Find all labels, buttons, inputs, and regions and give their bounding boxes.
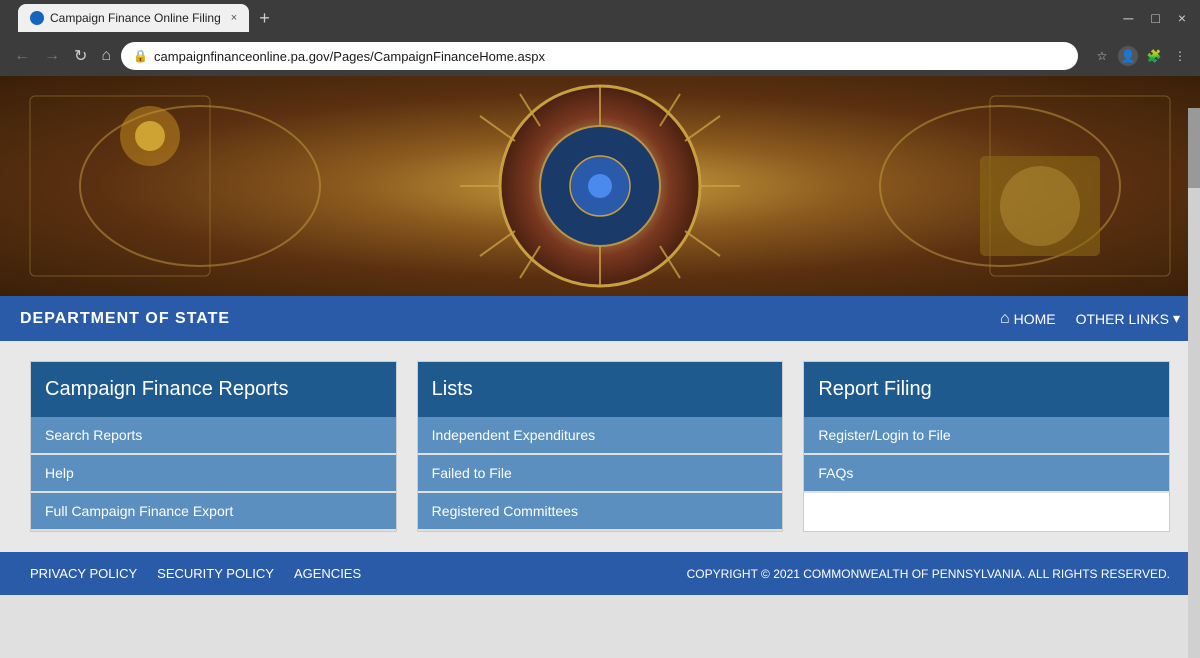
- address-bar-row: ← → ↻ ⌂ 🔒 campaignfinanceonline.pa.gov/P…: [0, 36, 1200, 76]
- extension-icon[interactable]: 🧩: [1144, 46, 1164, 66]
- menu-icon[interactable]: ⋮: [1170, 46, 1190, 66]
- cards-area: Campaign Finance Reports Search Reports …: [0, 341, 1200, 552]
- chevron-down-icon: ▾: [1173, 310, 1180, 327]
- tab-favicon: [30, 11, 44, 25]
- lock-icon: 🔒: [133, 49, 148, 63]
- lists-header: Lists: [418, 362, 783, 417]
- home-nav-link[interactable]: HOME: [1000, 310, 1056, 328]
- copyright-text: COPYRIGHT © 2021 COMMONWEALTH OF PENNSYL…: [687, 567, 1170, 581]
- hero-image: [0, 76, 1200, 296]
- refresh-button[interactable]: ↻: [70, 44, 91, 68]
- tab-title: Campaign Finance Online Filing: [50, 11, 221, 25]
- campaign-finance-reports-header: Campaign Finance Reports: [31, 362, 396, 417]
- maximize-button[interactable]: □: [1147, 10, 1163, 26]
- report-filing-card: Report Filing Register/Login to File FAQ…: [803, 361, 1170, 532]
- address-bar[interactable]: 🔒 campaignfinanceonline.pa.gov/Pages/Cam…: [121, 42, 1078, 70]
- lists-card: Lists Independent Expenditures Failed to…: [417, 361, 784, 532]
- profile-icon[interactable]: 👤: [1118, 46, 1138, 66]
- report-filing-items: Register/Login to File FAQs: [804, 417, 1169, 493]
- full-export-link[interactable]: Full Campaign Finance Export: [31, 493, 396, 531]
- other-links-label: OTHER LINKS: [1076, 311, 1169, 327]
- minimize-button[interactable]: ─: [1119, 10, 1137, 26]
- home-button[interactable]: ⌂: [97, 45, 115, 67]
- dept-title: DEPARTMENT OF STATE: [20, 310, 230, 328]
- nav-bar: DEPARTMENT OF STATE HOME OTHER LINKS ▾: [0, 296, 1200, 341]
- search-reports-link[interactable]: Search Reports: [31, 417, 396, 455]
- independent-expenditures-link[interactable]: Independent Expenditures: [418, 417, 783, 455]
- back-button[interactable]: ←: [10, 45, 34, 67]
- window-controls: ─ □ ×: [1119, 10, 1190, 26]
- new-tab-button[interactable]: +: [253, 8, 276, 29]
- agencies-link[interactable]: AGENCIES: [294, 566, 361, 581]
- report-filing-header: Report Filing: [804, 362, 1169, 417]
- lists-items: Independent Expenditures Failed to File …: [418, 417, 783, 531]
- security-policy-link[interactable]: SECURITY POLICY: [157, 566, 274, 581]
- registered-committees-link[interactable]: Registered Committees: [418, 493, 783, 531]
- forward-button[interactable]: →: [40, 45, 64, 67]
- browser-chrome: Campaign Finance Online Filing × + ─ □ ×…: [0, 0, 1200, 76]
- nav-links: HOME OTHER LINKS ▾: [1000, 310, 1180, 328]
- page-content: DEPARTMENT OF STATE HOME OTHER LINKS ▾ C…: [0, 76, 1200, 595]
- url-text: campaignfinanceonline.pa.gov/Pages/Campa…: [154, 49, 545, 64]
- help-link[interactable]: Help: [31, 455, 396, 493]
- close-window-button[interactable]: ×: [1174, 10, 1190, 26]
- scrollbar-thumb[interactable]: [1188, 108, 1200, 188]
- failed-to-file-link[interactable]: Failed to File: [418, 455, 783, 493]
- active-tab[interactable]: Campaign Finance Online Filing ×: [18, 4, 249, 32]
- register-login-link[interactable]: Register/Login to File: [804, 417, 1169, 455]
- footer: PRIVACY POLICY SECURITY POLICY AGENCIES …: [0, 552, 1200, 595]
- other-links-dropdown[interactable]: OTHER LINKS ▾: [1076, 310, 1180, 327]
- footer-links: PRIVACY POLICY SECURITY POLICY AGENCIES: [30, 566, 361, 581]
- bookmark-icon[interactable]: ☆: [1092, 46, 1112, 66]
- campaign-finance-reports-items: Search Reports Help Full Campaign Financ…: [31, 417, 396, 531]
- tab-close-button[interactable]: ×: [231, 12, 237, 24]
- title-bar: Campaign Finance Online Filing × + ─ □ ×: [0, 0, 1200, 36]
- scrollbar[interactable]: [1188, 108, 1200, 658]
- tab-bar: Campaign Finance Online Filing × +: [10, 2, 1119, 34]
- browser-actions: ☆ 👤 🧩 ⋮: [1092, 46, 1190, 66]
- privacy-policy-link[interactable]: PRIVACY POLICY: [30, 566, 137, 581]
- faqs-link[interactable]: FAQs: [804, 455, 1169, 493]
- campaign-finance-reports-card: Campaign Finance Reports Search Reports …: [30, 361, 397, 532]
